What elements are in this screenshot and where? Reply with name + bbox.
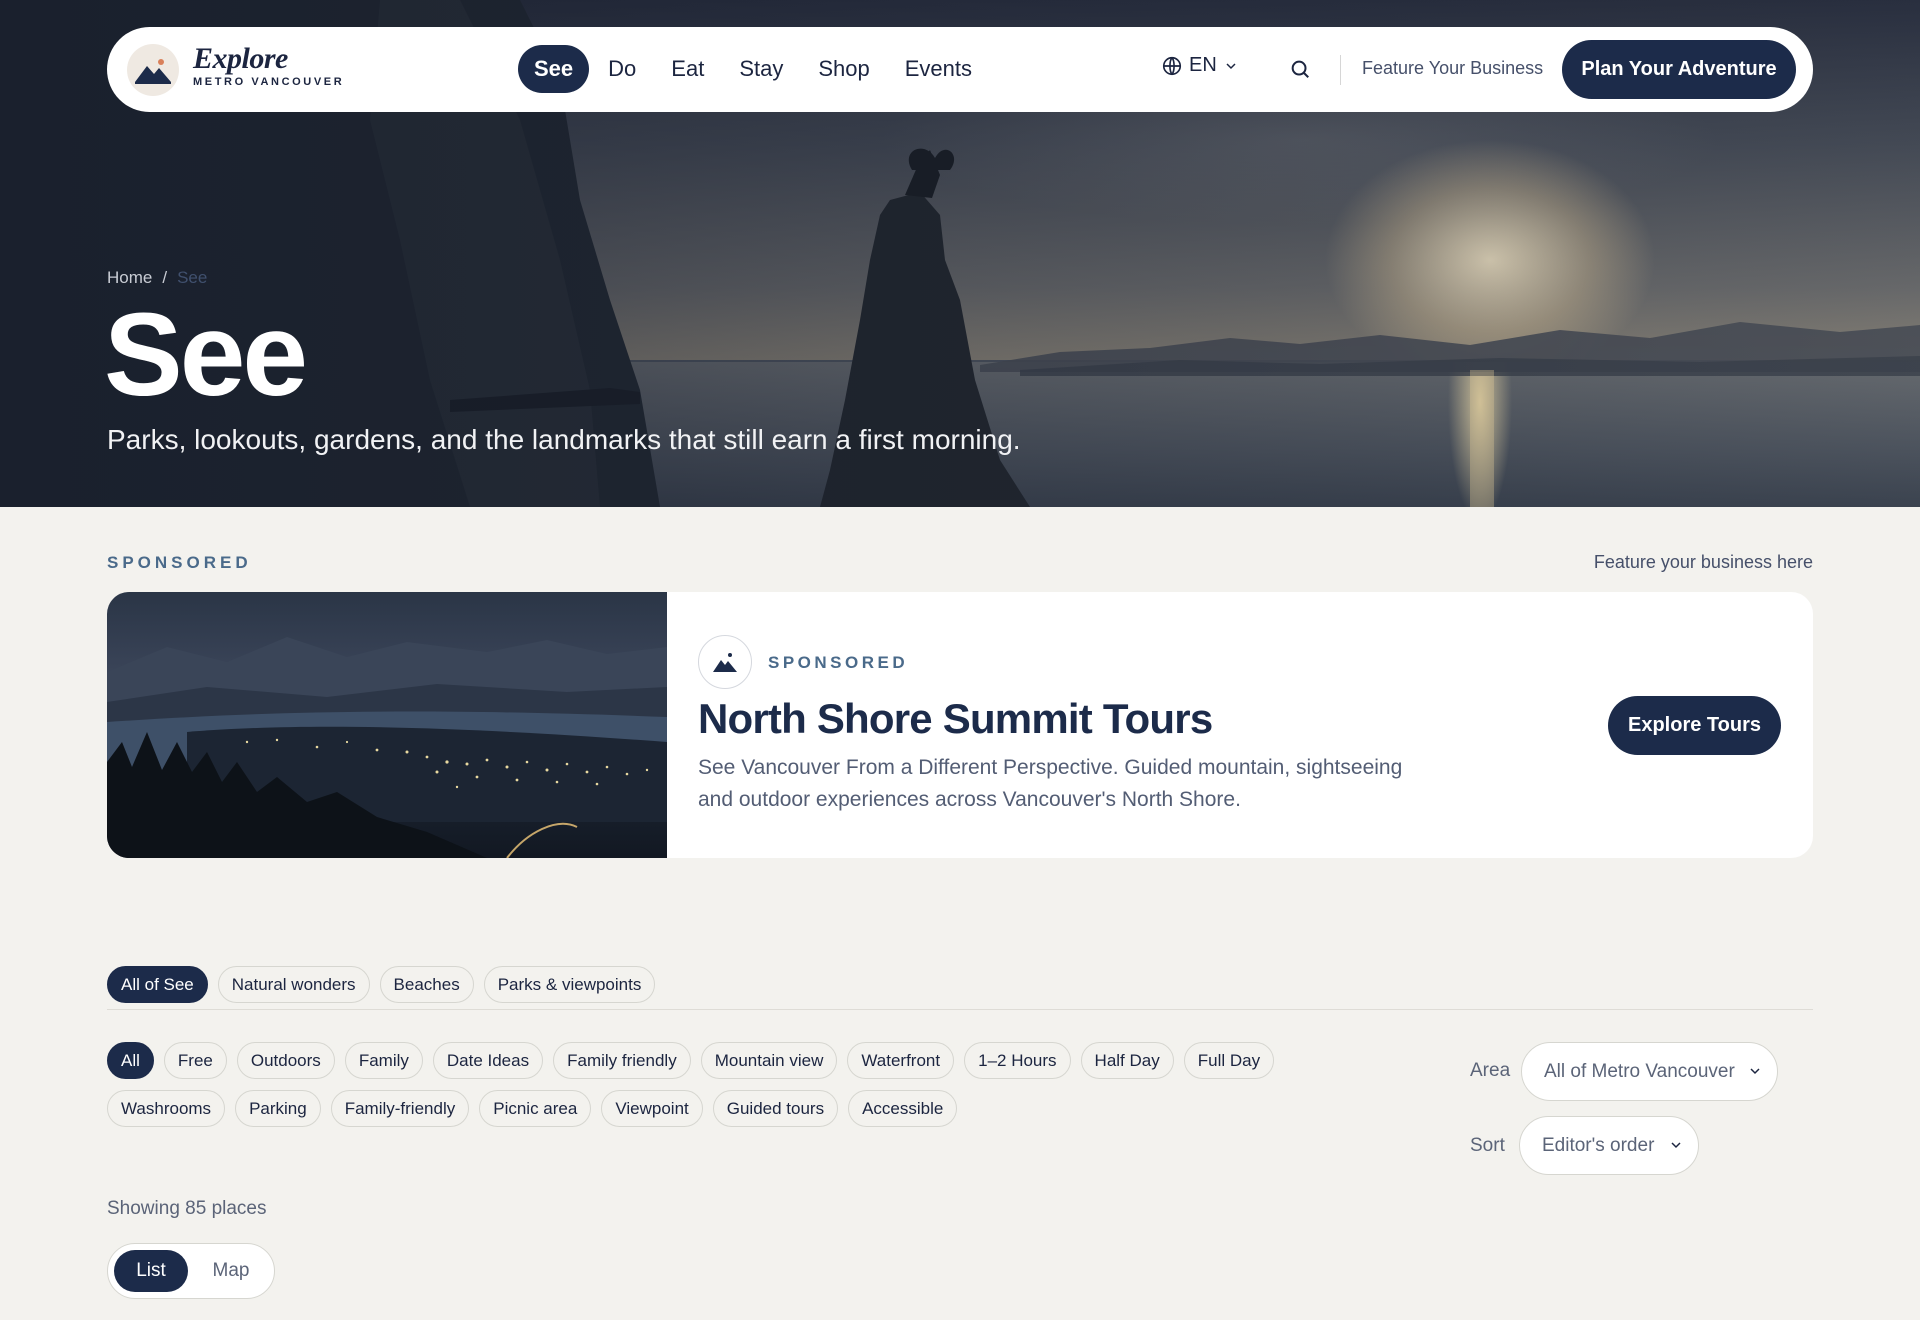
feature-business-link[interactable]: Feature Your Business — [1362, 58, 1543, 79]
logo[interactable]: Explore METRO VANCOUVER — [193, 42, 345, 89]
page-subtitle: Parks, lookouts, gardens, and the landma… — [107, 424, 1021, 455]
feature-your-business-link[interactable]: Feature your business here — [1594, 552, 1813, 573]
tag-chip-date-ideas[interactable]: Date Ideas — [432, 1042, 544, 1079]
sponsored-tag: SPONSORED — [768, 653, 909, 672]
list-view-button[interactable]: List — [114, 1250, 188, 1292]
category-divider — [107, 1009, 1813, 1010]
area-select[interactable]: All of Metro Vancouver — [1521, 1042, 1778, 1101]
area-select-value: All of Metro Vancouver — [1544, 1060, 1735, 1082]
language-selector[interactable]: EN — [1161, 54, 1239, 77]
sponsored-card[interactable]: SPONSORED North Shore Summit Tours See V… — [107, 592, 1813, 858]
search-icon — [1291, 60, 1309, 78]
tag-chip-mountain-view[interactable]: Mountain view — [700, 1042, 838, 1079]
tag-chip-viewpoint[interactable]: Viewpoint — [601, 1090, 703, 1127]
sponsored-description: See Vancouver From a Different Perspecti… — [698, 756, 1403, 811]
sort-select-value: Editor's order — [1542, 1134, 1655, 1156]
view-toggle: List Map — [107, 1243, 275, 1299]
tag-chip-1-2-hours[interactable]: 1–2 Hours — [964, 1042, 1071, 1079]
breadcrumb-home[interactable]: Home — [107, 268, 152, 288]
sort-label: Sort — [1470, 1135, 1505, 1156]
top-navbar: Explore METRO VANCOUVER See Do Eat Stay … — [107, 27, 1813, 112]
plan-adventure-button[interactable]: Plan Your Adventure — [1562, 40, 1796, 99]
breadcrumb-current: See — [177, 268, 208, 287]
language-label: EN — [1189, 54, 1217, 76]
tag-chip-free[interactable]: Free — [163, 1042, 227, 1079]
page-title: See — [104, 289, 308, 421]
tag-chip-family-friendly-amenity[interactable]: Family-friendly — [330, 1090, 470, 1127]
main-nav: See Do Eat Stay Shop Events — [518, 45, 991, 93]
tag-chip-family-friendly[interactable]: Family friendly — [553, 1042, 691, 1079]
sort-select[interactable]: Editor's order — [1519, 1116, 1699, 1175]
category-tab-natural-wonders[interactable]: Natural wonders — [217, 966, 370, 1003]
tag-chip-all[interactable]: All — [107, 1042, 154, 1079]
tag-chip-waterfront[interactable]: Waterfront — [847, 1042, 955, 1079]
tag-chip-guided-tours[interactable]: Guided tours — [712, 1090, 839, 1127]
map-view-button[interactable]: Map — [194, 1250, 268, 1292]
breadcrumb: Home / See — [107, 268, 207, 288]
nav-divider — [1340, 55, 1341, 85]
nav-link-events[interactable]: Events — [889, 45, 988, 93]
explore-tours-button[interactable]: Explore Tours — [1608, 696, 1781, 755]
nav-link-do[interactable]: Do — [592, 45, 652, 93]
tag-chip-picnic-area[interactable]: Picnic area — [479, 1090, 592, 1127]
sponsor-mountain-icon — [698, 635, 752, 689]
tag-chip-accessible[interactable]: Accessible — [848, 1090, 958, 1127]
category-tab-parks-viewpoints[interactable]: Parks & viewpoints — [483, 966, 656, 1003]
tag-filter-row-1: All Free Outdoors Family Date Ideas Fami… — [107, 1042, 1275, 1079]
sponsored-section-label: SPONSORED — [107, 553, 252, 572]
chevron-down-icon — [1671, 1142, 1681, 1149]
nav-link-eat[interactable]: Eat — [655, 45, 720, 93]
results-count: Showing 85 places — [107, 1198, 267, 1219]
tag-chip-outdoors[interactable]: Outdoors — [236, 1042, 335, 1079]
tag-chip-family[interactable]: Family — [344, 1042, 423, 1079]
breadcrumb-separator: / — [162, 268, 168, 287]
logo-subtitle: METRO VANCOUVER — [193, 76, 345, 88]
tag-chip-washrooms[interactable]: Washrooms — [107, 1090, 226, 1127]
chevron-down-icon — [1750, 1068, 1760, 1075]
nav-link-shop[interactable]: Shop — [802, 45, 885, 93]
area-label: Area — [1470, 1060, 1511, 1081]
logo-title: Explore — [193, 42, 288, 75]
category-tab-all-of-see[interactable]: All of See — [107, 966, 208, 1003]
nav-link-stay[interactable]: Stay — [723, 45, 799, 93]
search-button[interactable] — [1285, 54, 1315, 84]
tag-chip-full-day[interactable]: Full Day — [1183, 1042, 1275, 1079]
category-tab-beaches[interactable]: Beaches — [379, 966, 474, 1003]
sponsored-city-night-image — [107, 592, 667, 858]
category-tabs: All of See Natural wonders Beaches Parks… — [107, 966, 656, 1003]
tag-filter-row-2: Washrooms Parking Family-friendly Picnic… — [107, 1090, 958, 1127]
sponsored-title[interactable]: North Shore Summit Tours — [698, 695, 1213, 743]
logo-mountain-icon[interactable] — [127, 44, 179, 96]
nav-link-see[interactable]: See — [518, 45, 590, 93]
tag-chip-parking[interactable]: Parking — [235, 1090, 321, 1127]
chevron-down-icon — [1226, 62, 1236, 69]
tag-chip-half-day[interactable]: Half Day — [1080, 1042, 1174, 1079]
globe-icon — [1162, 56, 1182, 75]
